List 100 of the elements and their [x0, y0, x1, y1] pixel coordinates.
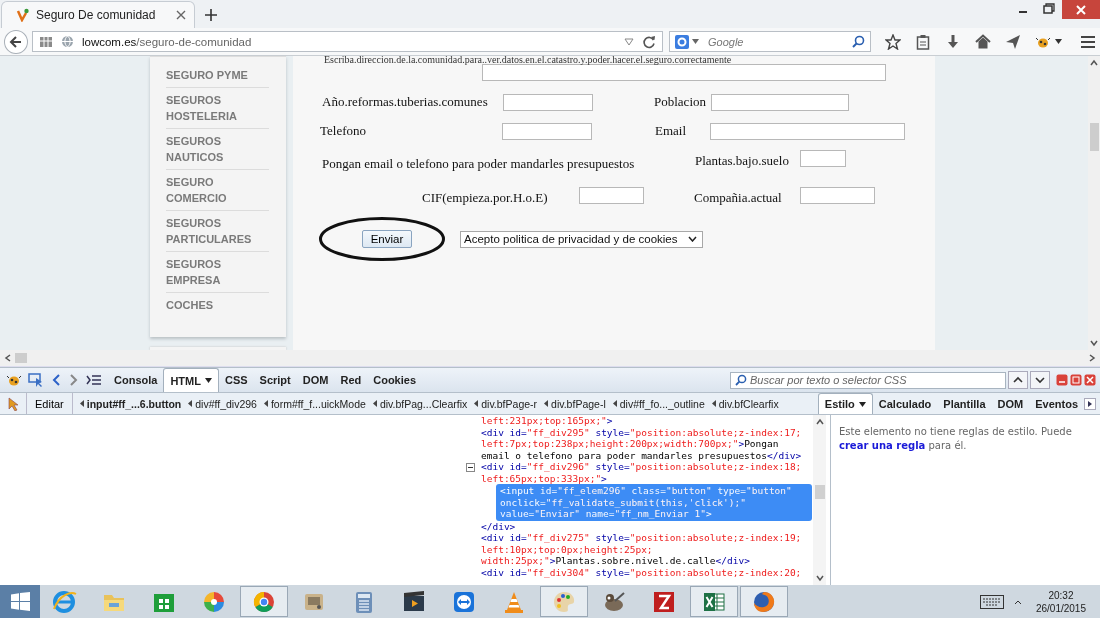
- breadcrumb-item[interactable]: div.bfPag...Clearfix: [369, 397, 472, 410]
- clock-time: 20:32: [1048, 588, 1074, 602]
- field-label: Pongan email o telefono para poder mandarles presupuestos: [322, 156, 636, 172]
- triangle-icon: [612, 400, 617, 407]
- app-icon: [51, 588, 77, 615]
- star-icon[interactable]: [885, 33, 901, 50]
- search-field[interactable]: Google: [702, 35, 849, 48]
- breadcrumb-item[interactable]: div.bfClearfix: [708, 397, 783, 410]
- back-arrow-icon[interactable]: [9, 34, 23, 49]
- text-field[interactable]: [502, 122, 592, 140]
- scroll-left-icon[interactable]: [3, 352, 13, 364]
- breadcrumb-item[interactable]: div#ff_div296: [185, 397, 261, 410]
- panel-tab[interactable]: Red: [334, 368, 368, 392]
- scroll-right-icon[interactable]: [1084, 397, 1096, 410]
- scroll-up-icon[interactable]: [813, 417, 826, 427]
- sidebar-link[interactable]: SEGUROS HOSTELERIA: [166, 88, 269, 129]
- scroll-up-icon[interactable]: [1088, 58, 1100, 68]
- panel-tab[interactable]: Cookies: [367, 368, 422, 392]
- search-icon[interactable]: [735, 374, 747, 386]
- text-field[interactable]: [800, 186, 875, 204]
- create-rule-link[interactable]: crear una regla: [839, 440, 926, 451]
- search-icon[interactable]: [852, 35, 865, 48]
- taskbar-button[interactable]: [740, 586, 788, 617]
- caret-icon[interactable]: [688, 236, 697, 242]
- send-icon[interactable]: [1005, 33, 1021, 50]
- scroll-right-icon[interactable]: [1087, 352, 1097, 364]
- search-input[interactable]: Buscar por texto o selector CSS: [750, 374, 1001, 386]
- text-field[interactable]: [503, 93, 593, 111]
- close-icon[interactable]: [1084, 374, 1096, 386]
- breadcrumb-item[interactable]: form#ff_f...uickMode: [260, 397, 370, 410]
- scroll-thumb[interactable]: [15, 353, 27, 363]
- sidebar-link[interactable]: SEGURO COMERCIO: [166, 170, 269, 211]
- breadcrumb-item[interactable]: input#ff_...6.button: [76, 397, 186, 410]
- consent-dropdown[interactable]: Acepto politica de privacidad y de cookies: [460, 230, 703, 248]
- text-field[interactable]: [710, 122, 905, 140]
- back-button[interactable]: [4, 29, 28, 54]
- field-label: Año.reformas.tuberias.comunes: [322, 94, 489, 110]
- command-line-icon[interactable]: [86, 374, 102, 386]
- sidebar-link[interactable]: COCHES: [166, 293, 269, 317]
- url-text: lowcom.es/seguro-de-comunidad: [81, 35, 252, 48]
- panel-tab[interactable]: Estilo: [817, 393, 873, 414]
- caret-icon[interactable]: [1055, 39, 1062, 44]
- breadcrumb-item[interactable]: div.bfPage-l: [541, 397, 610, 410]
- grid-icon: [38, 35, 53, 48]
- code-line[interactable]: left:231px;top:165px;">: [481, 415, 812, 427]
- reload-icon[interactable]: [642, 34, 656, 49]
- panel-tab[interactable]: Eventos: [1029, 393, 1084, 414]
- sidebar-link[interactable]: SEGUROS NAUTICOS: [166, 129, 269, 170]
- search-bar[interactable]: Google: [669, 31, 871, 52]
- inspect-icon[interactable]: [28, 372, 44, 388]
- keyboard-icon[interactable]: [979, 594, 1004, 609]
- inspect-icon[interactable]: [6, 396, 20, 411]
- breadcrumb-item[interactable]: div#ff_fo..._outline: [609, 397, 709, 410]
- sidebar-link[interactable]: SEGURO PYME: [166, 63, 269, 88]
- breadcrumb-item[interactable]: div.bfPage-r: [471, 397, 542, 410]
- new-tab-button[interactable]: [205, 9, 217, 21]
- scroll-thumb[interactable]: [1089, 123, 1099, 151]
- chevron-up-icon[interactable]: [1013, 598, 1022, 605]
- panel-tab[interactable]: Script: [253, 368, 297, 392]
- sidebar-link[interactable]: SEGUROS PARTICULARES: [166, 211, 269, 252]
- panel-tab[interactable]: DOM: [296, 368, 335, 392]
- taskbar-button[interactable]: [690, 586, 738, 617]
- vertical-scrollbar[interactable]: [1088, 56, 1100, 350]
- field-label: Email: [655, 123, 688, 139]
- text-field[interactable]: [579, 186, 644, 204]
- text-field[interactable]: [800, 150, 846, 167]
- home-icon[interactable]: [975, 33, 991, 50]
- panel-tab[interactable]: DOM: [991, 393, 1030, 414]
- panel-tab[interactable]: Calculado: [872, 393, 938, 414]
- collapse-icon[interactable]: [466, 463, 475, 472]
- edit-button[interactable]: Editar: [26, 393, 73, 414]
- caret-icon[interactable]: [858, 401, 866, 407]
- browser-tab[interactable]: Seguro De comunidad: [2, 2, 194, 28]
- search-field[interactable]: Buscar por texto o selector CSS: [730, 371, 1006, 389]
- scroll-thumb[interactable]: [814, 485, 825, 499]
- start-button[interactable]: [0, 585, 40, 618]
- panel-tab[interactable]: Consola: [108, 368, 164, 392]
- clipboard-icon[interactable]: [915, 33, 931, 50]
- panel-tab[interactable]: Plantilla: [937, 393, 992, 414]
- caret-icon[interactable]: [204, 378, 212, 383]
- code-line[interactable]: <div id="ff_div304" style="position:absolute;z-index:20;: [481, 566, 812, 578]
- close-icon[interactable]: [176, 10, 186, 20]
- address-bar[interactable]: lowcom.es/seguro-de-comunidad: [31, 31, 663, 52]
- submit-button[interactable]: Enviar: [361, 230, 413, 248]
- horizontal-scrollbar[interactable]: [0, 350, 1100, 367]
- text-field[interactable]: [711, 93, 849, 111]
- panel-tab[interactable]: HTML: [163, 368, 219, 392]
- vertical-scrollbar[interactable]: [813, 415, 826, 585]
- scroll-down-icon[interactable]: [813, 573, 826, 583]
- sidebar-link[interactable]: SEGUROS EMPRESA: [166, 252, 269, 293]
- search-engine-icon[interactable]: [675, 34, 689, 49]
- text-field[interactable]: [482, 64, 886, 81]
- code-line[interactable]: <div id="ff_div296" style="position:absolute;z-index:18; left:65px;top:333px;">: [481, 461, 812, 484]
- download-icon[interactable]: [945, 33, 961, 50]
- dropdown-icon[interactable]: [624, 37, 634, 46]
- panel-tab[interactable]: CSS: [218, 368, 254, 392]
- close-button[interactable]: [1062, 0, 1100, 19]
- menu-icon[interactable]: [1080, 34, 1096, 49]
- scroll-down-icon[interactable]: [1088, 338, 1100, 348]
- field-label: Telefono: [320, 123, 367, 139]
